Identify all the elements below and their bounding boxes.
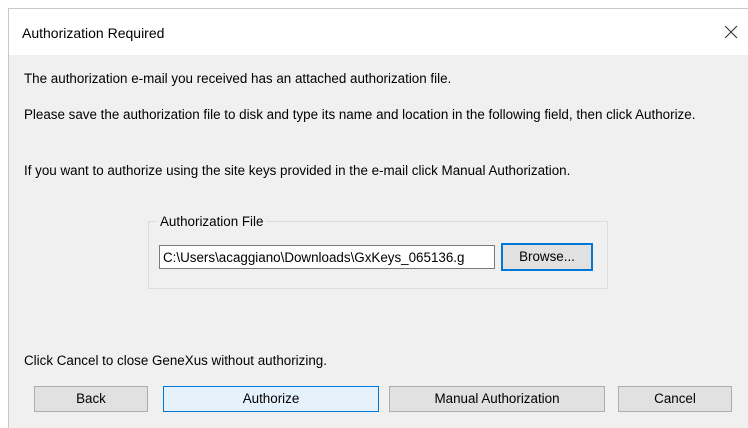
cancel-hint: Click Cancel to close GeneXus without au…: [24, 353, 327, 368]
cancel-button[interactable]: Cancel: [618, 386, 732, 412]
message-save-instructions: Please save the authorization file to di…: [24, 107, 696, 122]
authorization-file-group: Authorization File Browse...: [148, 213, 608, 289]
back-button[interactable]: Back: [34, 386, 148, 412]
title-bar: Authorization Required: [9, 9, 748, 55]
message-manual-authorization: If you want to authorize using the site …: [24, 163, 571, 178]
authorize-button[interactable]: Authorize: [163, 386, 379, 412]
authorization-file-input[interactable]: [159, 245, 495, 269]
browse-focus-ring: Browse...: [501, 243, 593, 271]
close-button[interactable]: [714, 15, 748, 49]
close-icon: [724, 25, 738, 39]
authorization-dialog: Authorization Required The authorization…: [8, 8, 748, 428]
manual-authorization-button[interactable]: Manual Authorization: [389, 386, 605, 412]
window-title: Authorization Required: [22, 25, 165, 41]
browse-button[interactable]: Browse...: [502, 244, 592, 270]
message-attached-file: The authorization e-mail you received ha…: [24, 71, 452, 86]
authorization-file-label: Authorization File: [157, 213, 267, 230]
